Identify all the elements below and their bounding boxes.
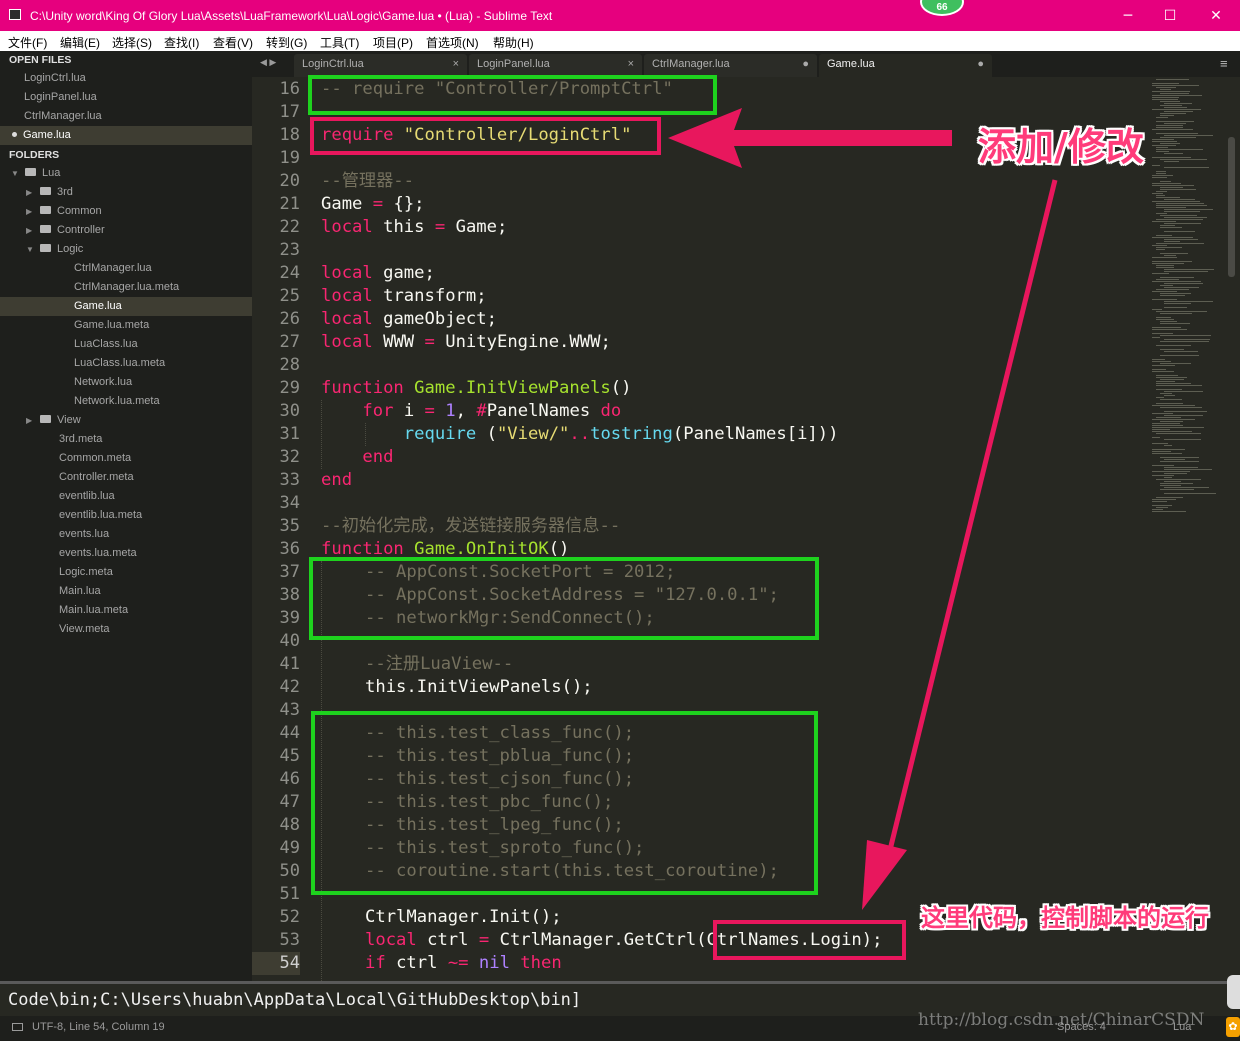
arrow-to-getctrl <box>862 179 1058 910</box>
annotation-control-note: 这里代码，控制脚本的运行 <box>921 904 1209 932</box>
arrow-to-require <box>668 108 952 168</box>
annotation-add-modify: 添加/修改 <box>978 125 1144 169</box>
